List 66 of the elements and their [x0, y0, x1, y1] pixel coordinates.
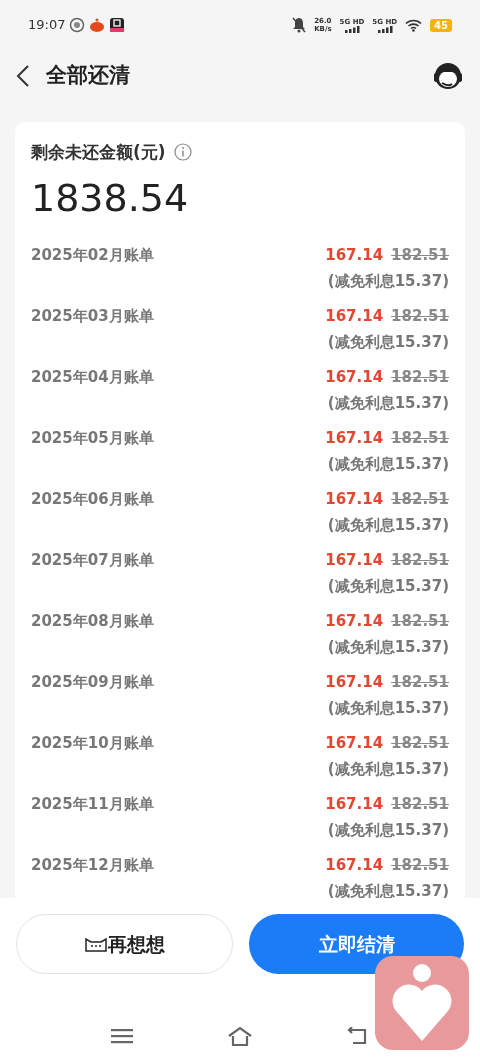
original-amount: 182.51: [391, 428, 449, 449]
bill-period: 2025年05月账单: [31, 428, 154, 449]
discounted-amount: 167.14: [325, 611, 384, 632]
original-amount: 182.51: [391, 489, 449, 510]
original-amount: 182.51: [391, 550, 449, 571]
back-icon: [16, 64, 30, 88]
cat-icon: [84, 936, 108, 952]
interest-waived-note: (减免利息15.37): [327, 820, 449, 841]
original-amount: 182.51: [391, 733, 449, 754]
bill-period: 2025年09月账单: [31, 672, 154, 693]
interest-waived-note: (减免利息15.37): [327, 881, 449, 898]
app-notification-icon: [89, 17, 106, 33]
original-amount: 182.51: [391, 855, 449, 876]
wifi-icon: [405, 18, 423, 32]
bill-period: 2025年03月账单: [31, 306, 154, 327]
discounted-amount: 167.14: [325, 428, 384, 449]
original-amount: 182.51: [391, 306, 449, 327]
customer-service-button[interactable]: [432, 60, 464, 92]
original-amount: 182.51: [391, 611, 449, 632]
reconsider-button[interactable]: 再想想: [16, 914, 233, 974]
bill-period: 2025年07月账单: [31, 550, 154, 571]
original-amount: 182.51: [391, 245, 449, 266]
remaining-amount: 1838.54: [31, 175, 190, 222]
interest-waived-note: (减免利息15.37): [327, 698, 449, 719]
bill-period: 2025年02月账单: [31, 245, 154, 266]
signal-icon: [376, 25, 393, 33]
interest-waived-note: (减免利息15.37): [327, 576, 449, 597]
discounted-amount: 167.14: [325, 306, 384, 327]
bill-period: 2025年08月账单: [31, 611, 154, 632]
bill-period: 2025年12月账单: [31, 855, 154, 876]
menu-icon[interactable]: [111, 1028, 133, 1044]
interest-waived-note: (减免利息15.37): [327, 637, 449, 658]
discounted-amount: 167.14: [325, 855, 384, 876]
discounted-amount: 167.14: [325, 794, 384, 815]
bill-period: 2025年11月账单: [31, 794, 154, 815]
discounted-amount: 167.14: [325, 489, 384, 510]
discounted-amount: 167.14: [325, 672, 384, 693]
interest-waived-note: (减免利息15.37): [327, 332, 449, 353]
original-amount: 182.51: [391, 794, 449, 815]
interest-waived-note: (减免利息15.37): [327, 515, 449, 536]
original-amount: 182.51: [391, 367, 449, 388]
headset-agent-icon: [432, 60, 464, 92]
discounted-amount: 167.14: [325, 733, 384, 754]
discounted-amount: 167.14: [325, 550, 384, 571]
signal-icon: [343, 25, 360, 33]
bill-period: 2025年10月账单: [31, 733, 154, 754]
interest-waived-note: (减免利息15.37): [327, 759, 449, 780]
app-notification-icon: [109, 17, 126, 33]
bill-period: 2025年06月账单: [31, 489, 154, 510]
card-title: 剩余未还金额(元): [31, 141, 166, 164]
original-amount: 182.51: [391, 672, 449, 693]
page-title: 全部还清: [46, 62, 130, 90]
interest-waived-note: (减免利息15.37): [327, 454, 449, 475]
back-button[interactable]: [16, 64, 30, 88]
muted-bell-icon: [292, 17, 307, 33]
back-icon[interactable]: [347, 1027, 369, 1045]
bill-period: 2025年04月账单: [31, 367, 154, 388]
app-notification-icon: [69, 17, 86, 33]
discounted-amount: 167.14: [325, 245, 384, 266]
info-icon[interactable]: [173, 143, 192, 161]
interest-waived-note: (减免利息15.37): [327, 393, 449, 414]
status-time: 19:07: [28, 16, 66, 35]
interest-waived-note: (减免利息15.37): [327, 271, 449, 292]
home-icon[interactable]: [227, 1026, 253, 1046]
battery-level: 45: [430, 18, 452, 32]
discounted-amount: 167.14: [325, 367, 384, 388]
